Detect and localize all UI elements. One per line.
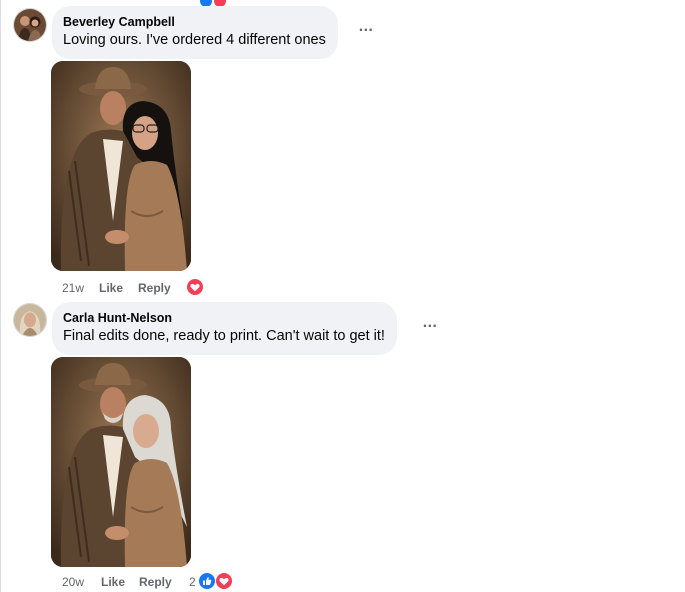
comment-photo[interactable] [51,61,191,271]
reaction-count[interactable]: 2 [189,573,196,591]
comment-author[interactable]: Beverley Campbell [63,14,326,30]
comment-bubble: Beverley Campbell Loving ours. I've orde… [52,6,338,59]
reply-button[interactable]: Reply [138,279,171,297]
comment-bubble: Carla Hunt-Nelson Final edits done, read… [52,302,397,355]
comment-author[interactable]: Carla Hunt-Nelson [63,310,385,326]
more-options-icon[interactable]: ··· [418,319,442,339]
comment-text: Loving ours. I've ordered 4 different on… [63,32,326,48]
like-icon[interactable] [198,572,216,590]
like-button[interactable]: Like [101,573,125,591]
like-button[interactable]: Like [99,279,123,297]
love-icon[interactable] [186,278,204,296]
comment-timestamp[interactable]: 20w [62,573,84,591]
more-options-icon[interactable]: ··· [354,23,378,43]
avatar[interactable] [13,8,47,42]
avatar[interactable] [13,303,47,337]
love-icon[interactable] [215,572,233,590]
reply-button[interactable]: Reply [139,573,172,591]
comment-timestamp[interactable]: 21w [62,279,84,297]
comment-text: Final edits done, ready to print. Can't … [63,328,385,344]
left-border [0,0,1,592]
comment-photo[interactable] [51,357,191,567]
